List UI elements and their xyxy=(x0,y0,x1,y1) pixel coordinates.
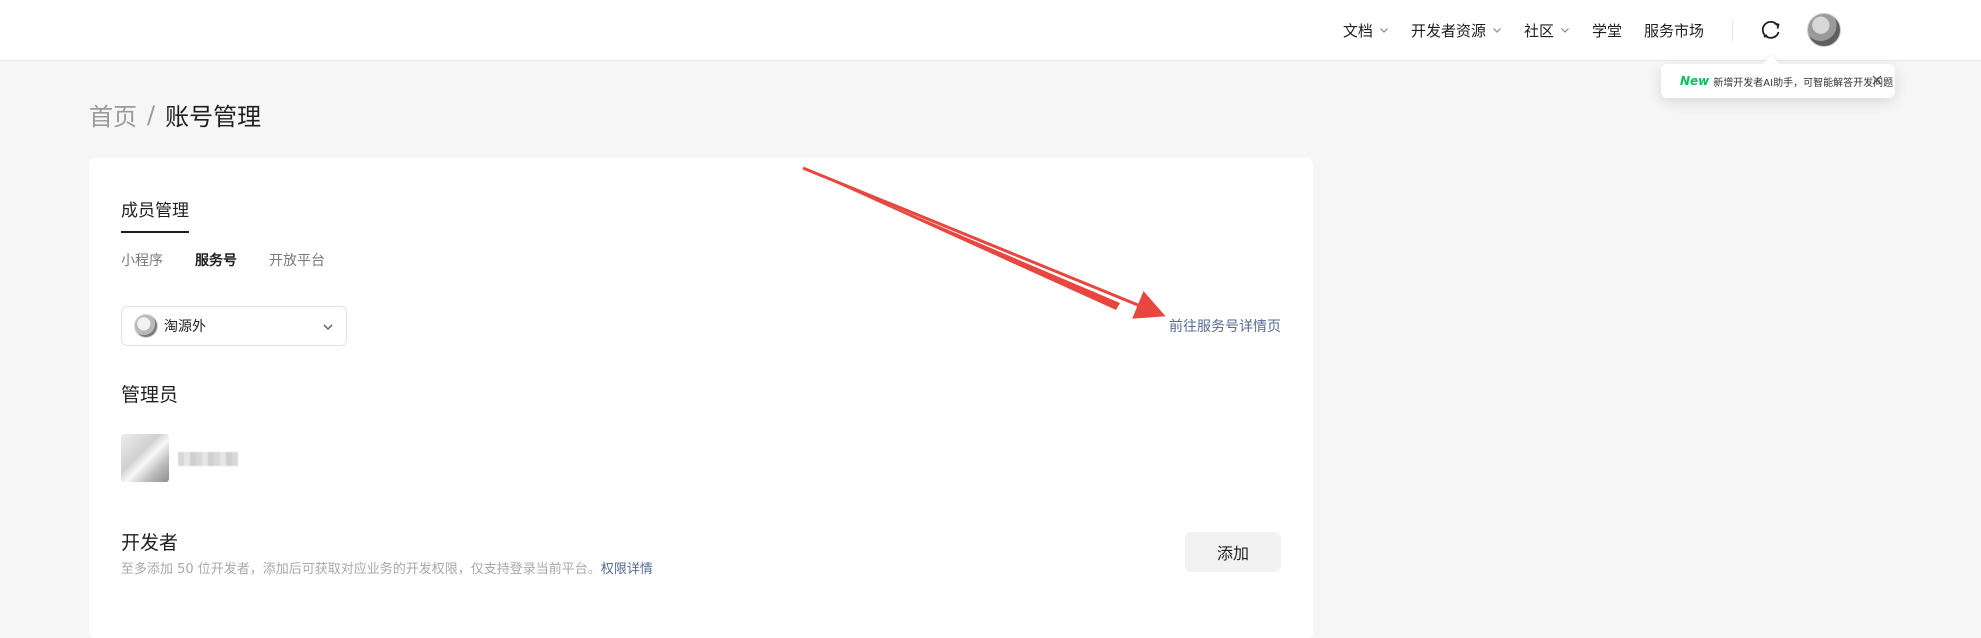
nav-item-label: 文档 xyxy=(1342,21,1373,40)
nav-item-label: 服务市场 xyxy=(1643,21,1704,40)
admin-avatar xyxy=(121,434,169,482)
developer-heading: 开发者 xyxy=(121,532,179,554)
account-select[interactable]: 淘源外 xyxy=(121,306,347,346)
tab-member-management[interactable]: 成员管理 xyxy=(121,196,189,233)
nav-divider xyxy=(1732,19,1733,41)
breadcrumb-separator: / xyxy=(147,100,156,129)
nav-item-dev-resources[interactable]: 开发者资源 xyxy=(1411,20,1502,41)
nav-item-label: 开发者资源 xyxy=(1410,21,1486,40)
subtab-open-platform[interactable]: 开放平台 xyxy=(269,250,325,270)
chevron-down-icon xyxy=(1380,28,1388,33)
account-select-value: 淘源外 xyxy=(164,319,206,335)
nav-item-label: 社区 xyxy=(1523,21,1554,40)
account-management-card: 成员管理 小程序 服务号 开放平台 淘源外 前往服务号详情页 管理员 开发者 至… xyxy=(89,158,1313,638)
account-type-tabs: 小程序 服务号 开放平台 xyxy=(121,250,325,270)
admin-name-redacted xyxy=(178,452,238,466)
top-nav: 文档 开发者资源 社区 学堂 服务市场 xyxy=(1343,0,1841,60)
developer-description: 至多添加 50 位开发者，添加后可获取对应业务的开发权限，仅支持登录当前平台。权… xyxy=(121,558,653,577)
developer-description-text: 至多添加 50 位开发者，添加后可获取对应业务的开发权限，仅支持登录当前平台。 xyxy=(121,562,601,577)
service-account-detail-link[interactable]: 前往服务号详情页 xyxy=(1169,316,1281,336)
top-nav-bar: 文档 开发者资源 社区 学堂 服务市场 xyxy=(0,0,1981,61)
breadcrumb: 首页 / 账号管理 xyxy=(89,97,261,132)
user-avatar[interactable] xyxy=(1807,13,1841,47)
new-badge: New xyxy=(1680,74,1710,88)
subtab-service-account[interactable]: 服务号 xyxy=(195,250,237,270)
chevron-down-icon xyxy=(1561,28,1569,33)
page-title: 账号管理 xyxy=(165,103,262,131)
message-refresh-icon[interactable] xyxy=(1757,16,1785,44)
add-developer-button[interactable]: 添加 xyxy=(1185,532,1281,572)
chevron-down-icon xyxy=(323,324,333,330)
account-logo-icon xyxy=(134,314,158,338)
nav-item-service-market[interactable]: 服务市场 xyxy=(1644,20,1704,41)
nav-item-academy[interactable]: 学堂 xyxy=(1592,20,1622,41)
nav-item-label: 学堂 xyxy=(1591,21,1622,40)
chevron-down-icon xyxy=(1493,28,1501,33)
admin-heading: 管理员 xyxy=(121,384,179,406)
breadcrumb-home[interactable]: 首页 xyxy=(89,97,137,132)
close-icon[interactable] xyxy=(1869,72,1885,88)
ai-assistant-popover: New 新增开发者AI助手，可智能解答开发问题 xyxy=(1661,64,1895,98)
nav-item-docs[interactable]: 文档 xyxy=(1343,20,1389,41)
permission-details-link[interactable]: 权限详情 xyxy=(601,562,653,577)
nav-item-community[interactable]: 社区 xyxy=(1524,20,1570,41)
subtab-mini-program[interactable]: 小程序 xyxy=(121,250,163,270)
popover-text: 新增开发者AI助手，可智能解答开发问题 xyxy=(1713,77,1894,89)
